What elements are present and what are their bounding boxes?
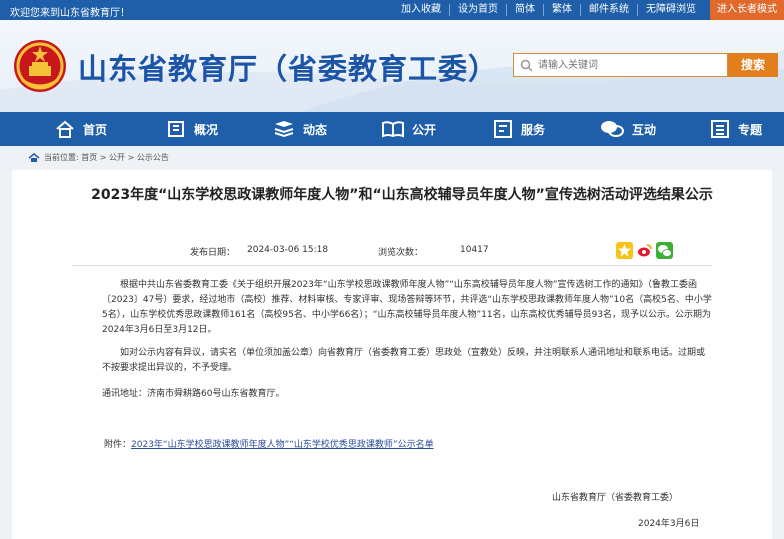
site-title: 山东省教育厅（省委教育工委） [78, 52, 499, 86]
nav-item-service[interactable]: 服务 [493, 112, 545, 146]
main-nav: 首页 概况 动态 公开 服务 互动 专题 [0, 112, 784, 146]
set-homepage-link[interactable]: 设为首页 [449, 4, 506, 16]
nav-item-home[interactable]: 首页 [55, 112, 107, 146]
attachment-line: 附件：2023年“山东学校思政课教师年度人物”“山东学校优秀思政课教师”公示名单 [104, 437, 434, 450]
nav-item-topic[interactable]: 专题 [710, 112, 762, 146]
wechat-icon[interactable] [656, 242, 673, 259]
site-header: 山东省教育厅（省委教育工委） 搜索 [0, 20, 784, 112]
welcome-text: 欢迎您来到山东省教育厅！ [10, 8, 130, 19]
breadcrumb-text[interactable]: 当前位置: 首页 > 公开 > 公示公告 [44, 152, 169, 163]
location-icon [28, 152, 40, 162]
nav-label: 动态 [303, 122, 328, 137]
attachment-label: 附件： [104, 440, 132, 450]
news-icon [274, 121, 294, 138]
nav-item-overview[interactable]: 概况 [166, 112, 218, 146]
article-paragraph-1: 根据中共山东省委教育工委《关于组织开展2023年“山东学校思政课教师年度人物”“… [102, 280, 712, 335]
nav-label: 概况 [194, 122, 219, 137]
search-box [513, 53, 728, 77]
top-bar: 欢迎您来到山东省教育厅！ 加入收藏 设为首页 简体 繁体 邮件系统 无障碍浏览 … [0, 0, 784, 20]
article-paragraph-2: 如对公示内容有异议，请实名（单位须加盖公章）向省教育厅（省委教育工委）思政处（宣… [102, 348, 706, 373]
nav-item-public[interactable]: 公开 [382, 112, 436, 146]
search-icon [520, 59, 533, 72]
published-label: 发布日期： [190, 248, 236, 258]
views-label: 浏览次数： [378, 248, 424, 258]
book-icon [382, 121, 404, 138]
nav-label: 公开 [412, 122, 437, 137]
add-favorite-link[interactable]: 加入收藏 [393, 4, 449, 16]
qzone-star-icon[interactable] [616, 242, 633, 259]
weibo-icon[interactable] [636, 242, 653, 259]
building-icon [168, 121, 184, 137]
article-container: 2023年度“山东学校思政课教师年度人物”和“山东高校辅导员年度人物”宣传选树活… [12, 170, 772, 539]
signature-date: 2024年3月6日 [638, 519, 700, 529]
traditional-link[interactable]: 繁体 [543, 4, 580, 16]
nav-item-news[interactable]: 动态 [273, 112, 327, 146]
nav-label: 专题 [738, 122, 763, 137]
service-icon [494, 120, 512, 138]
nav-label: 服务 [521, 122, 546, 137]
share-buttons [616, 242, 673, 259]
nav-label: 首页 [83, 122, 108, 137]
views-value: 10417 [460, 245, 489, 255]
top-links: 加入收藏 设为首页 简体 繁体 邮件系统 无障碍浏览 [393, 4, 704, 16]
attachment-link[interactable]: 2023年“山东学校思政课教师年度人物”“山东学校优秀思政课教师”公示名单 [131, 440, 434, 450]
meta-divider [72, 265, 712, 266]
article-paragraph-3: 通讯地址：济南市舜耕路60号山东省教育厅。 [102, 389, 285, 399]
simplified-link[interactable]: 简体 [506, 4, 543, 16]
home-icon [56, 120, 74, 138]
search-input[interactable] [538, 56, 723, 74]
national-emblem-icon [14, 40, 66, 92]
breadcrumb: 当前位置: 首页 > 公开 > 公示公告 [28, 152, 169, 163]
nav-label: 互动 [632, 122, 657, 137]
mail-system-link[interactable]: 邮件系统 [580, 4, 637, 16]
published-value: 2024-03-06 15:18 [247, 245, 329, 255]
chat-icon [601, 121, 624, 137]
accessibility-link[interactable]: 无障碍浏览 [637, 4, 704, 16]
search-button[interactable]: 搜索 [728, 53, 778, 77]
topic-icon [711, 120, 729, 138]
elder-mode-button[interactable]: 进入长者模式 [710, 0, 784, 20]
article-meta: 发布日期： 2024-03-06 15:18 浏览次数： 10417 [12, 242, 772, 262]
article-title: 2023年度“山东学校思政课教师年度人物”和“山东高校辅导员年度人物”宣传选树活… [91, 187, 713, 203]
signature: 山东省教育厅（省委教育工委） [552, 493, 679, 503]
nav-item-interaction[interactable]: 互动 [600, 112, 656, 146]
